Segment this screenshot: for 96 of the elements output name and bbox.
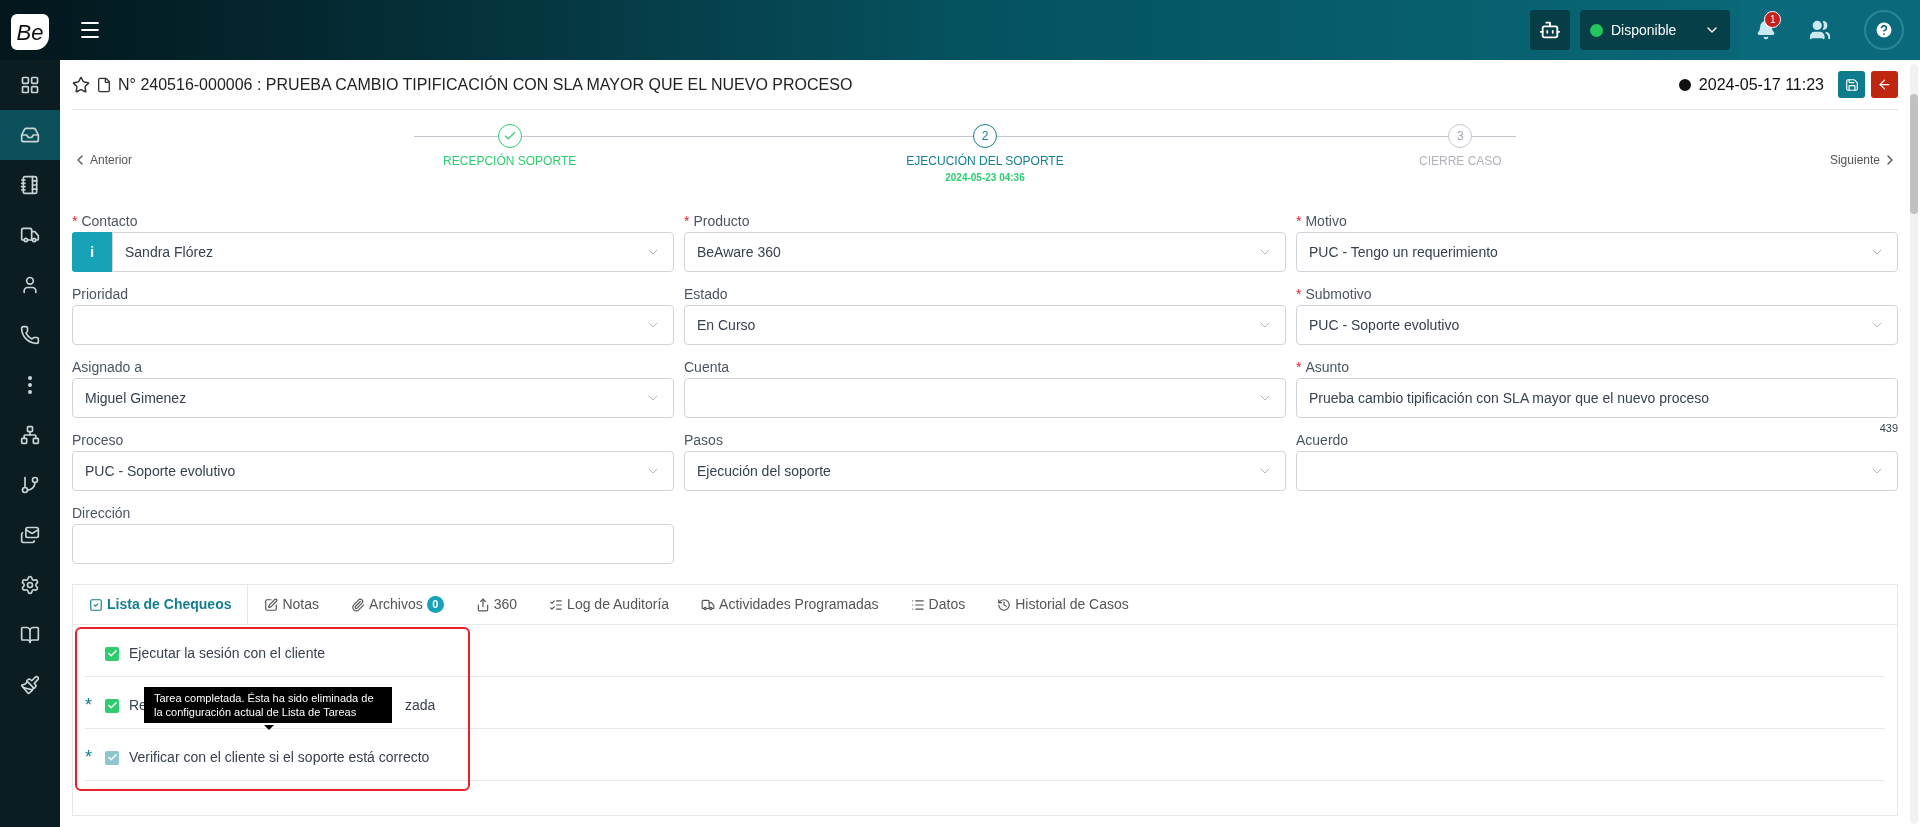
share-icon <box>475 597 490 612</box>
check-icon <box>106 700 118 711</box>
brush-icon <box>20 675 40 695</box>
required-mark: * <box>1296 211 1302 231</box>
help-icon <box>1873 20 1894 40</box>
field-label: Acuerdo <box>1296 430 1349 450</box>
tooltip: Tarea completada. Ésta ha sido eliminada de la configuración actual de Lista de Tareas <box>144 687 392 723</box>
step-label: CIERRE CASO <box>1419 153 1502 170</box>
field-label: Asignado a <box>72 357 143 377</box>
field-label: Producto <box>693 211 750 231</box>
robot-icon <box>1539 19 1561 41</box>
select-field[interactable]: PUC - Soporte evolutivo <box>1296 305 1898 345</box>
checkbox-icon <box>89 597 103 612</box>
field-label: Estado <box>684 284 728 304</box>
field-label: Cuenta <box>684 357 730 377</box>
mail-icon <box>20 525 40 545</box>
field-label: Motivo <box>1305 211 1347 231</box>
select-field[interactable]: Miguel Gimenez <box>72 378 674 418</box>
field-label: Proceso <box>72 430 124 450</box>
checklist-item-text: Ejecutar la sesión con el cliente <box>129 644 326 663</box>
select-field[interactable]: PUC - Tengo un requerimiento <box>1296 232 1898 272</box>
required-mark: * <box>1296 284 1302 304</box>
truck-icon <box>20 225 40 245</box>
field-label: Asunto <box>1305 357 1350 377</box>
select-field[interactable]: Ejecución del soporte <box>684 451 1286 491</box>
field-label: Submotivo <box>1305 284 1372 304</box>
tab[interactable]: Log de Auditoría <box>533 585 686 624</box>
tab[interactable]: 360 <box>459 585 534 624</box>
input-field[interactable]: Prueba cambio tipificación con SLA mayor que el nuevo proceso <box>1296 378 1898 418</box>
hierarchy-icon <box>20 425 40 445</box>
character-counter: 439 <box>1879 421 1898 436</box>
tab[interactable]: Actividades Programadas <box>685 585 895 624</box>
grid-icon <box>20 75 40 95</box>
truck-icon <box>701 597 716 612</box>
checklist-item-text: Verificar con el cliente si el soporte está correcto <box>129 748 430 767</box>
required-mark: * <box>684 211 690 231</box>
notebook-icon <box>20 175 40 195</box>
history-icon <box>997 597 1012 612</box>
phone-icon <box>20 325 40 345</box>
logo[interactable]: Be <box>11 14 49 50</box>
back-button[interactable] <box>1871 71 1898 98</box>
step-label: EJECUCIÓN DEL SOPORTE <box>906 152 1064 170</box>
input-field[interactable] <box>72 524 674 564</box>
tab[interactable]: Archivos 0 <box>335 585 460 624</box>
checkbox[interactable] <box>105 646 119 661</box>
required-asterisk: * <box>85 695 92 715</box>
select-field[interactable]: PUC - Soporte evolutivo <box>72 451 674 491</box>
select-field[interactable]: Sandra Flórez <box>112 232 674 272</box>
step-date: 2024-05-23 04:36 <box>945 171 1025 185</box>
select-field[interactable] <box>1296 451 1898 491</box>
select-field[interactable]: BeAware 360 <box>684 232 1286 272</box>
checkbox[interactable] <box>105 698 119 713</box>
list-icon <box>549 597 564 612</box>
tab[interactable]: Datos <box>894 585 982 624</box>
select-field[interactable]: En Curso <box>684 305 1286 345</box>
checklist-item-text: zada <box>404 696 436 715</box>
tab[interactable]: Historial de Casos <box>981 585 1145 624</box>
notification-badge: 1 <box>1764 11 1782 28</box>
users-icon[interactable] <box>1809 19 1831 41</box>
branch-icon <box>20 475 40 495</box>
next-button[interactable]: Siguiente <box>1638 151 1898 169</box>
case-title: N° 240516-000006 : PRUEBA CAMBIO TIPIFICACIÓN CON SLA MAYOR QUE EL NUEVO PROCESO <box>118 74 853 95</box>
count-badge: 0 <box>426 596 444 613</box>
list-icon <box>910 597 925 612</box>
step-label: RECEPCIÓN SOPORTE <box>443 152 577 170</box>
check-icon <box>106 648 118 659</box>
field-label: Contacto <box>81 211 138 231</box>
user-icon <box>20 275 40 295</box>
edit-icon <box>264 597 279 612</box>
field-label: Pasos <box>684 430 723 450</box>
field-label: Prioridad <box>72 284 129 304</box>
required-mark: * <box>72 211 78 231</box>
status-dropdown[interactable]: Disponible <box>1580 10 1730 50</box>
field-label: Dirección <box>72 503 131 523</box>
case-datetime: 2024-05-17 11:23 <box>1698 74 1824 95</box>
required-mark: * <box>1296 357 1302 377</box>
required-asterisk: * <box>85 747 92 767</box>
check-icon <box>502 129 517 143</box>
help-button[interactable] <box>1863 10 1904 50</box>
inbox-icon <box>20 125 40 145</box>
tooltip-arrow <box>264 725 274 730</box>
robot-button[interactable] <box>1530 10 1570 50</box>
more-icon <box>28 376 32 394</box>
star-icon[interactable] <box>72 75 90 94</box>
sidebar-item[interactable] <box>0 110 60 160</box>
check-icon <box>106 752 118 763</box>
previous-button[interactable]: Anterior <box>72 151 332 169</box>
select-field[interactable] <box>684 378 1286 418</box>
save-icon <box>1844 77 1859 92</box>
book-icon <box>20 625 40 645</box>
paperclip-icon <box>351 597 366 612</box>
save-button[interactable] <box>1838 71 1865 98</box>
select-field[interactable] <box>72 305 674 345</box>
settings-icon <box>20 575 40 595</box>
document-icon <box>96 76 112 93</box>
tab[interactable]: Notas <box>248 585 336 624</box>
